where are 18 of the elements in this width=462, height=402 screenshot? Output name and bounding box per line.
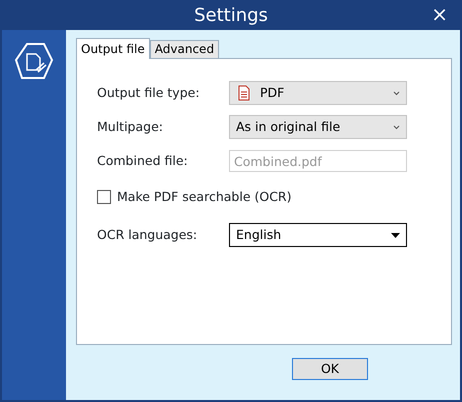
caret-icon [391,232,400,238]
document-icon [14,42,54,80]
checkbox[interactable] [97,190,111,204]
close-button[interactable]: × [427,2,452,26]
tab[interactable]: Output file [76,38,150,59]
checkbox-label: Make PDF searchable (OCR) [117,188,292,206]
select-field[interactable]: PDF [229,81,407,105]
select-field[interactable]: As in original file [229,115,407,139]
ok-button[interactable]: OK [292,358,368,380]
field-label: Output file type: [97,84,201,102]
field-label: Multipage: [97,118,164,136]
window-title: Settings [194,4,268,28]
chevron-icon [393,90,400,96]
tab[interactable]: Advanced [150,40,220,58]
field-label: OCR languages: [97,226,198,244]
dropdown-field[interactable]: English [229,223,407,247]
field-label: Combined file: [97,152,189,170]
chevron-icon [393,124,400,130]
